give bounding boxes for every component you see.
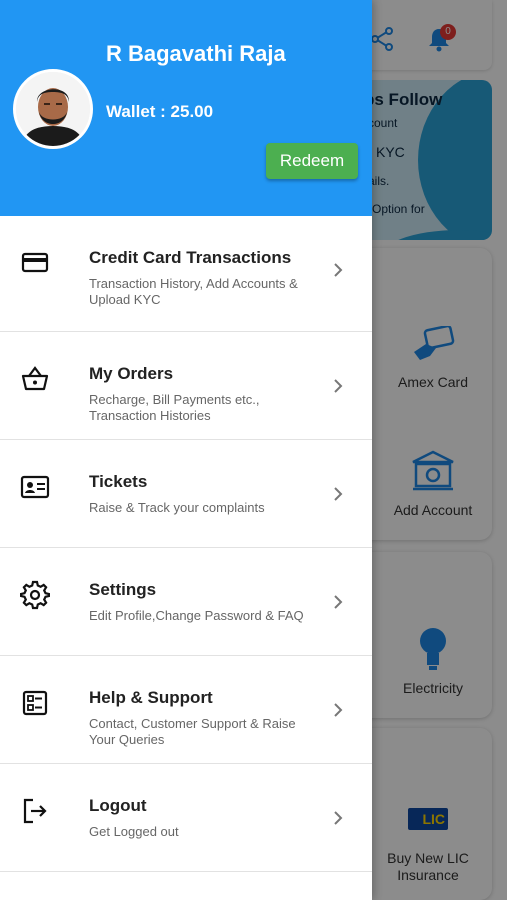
menu-item-tickets[interactable]: Tickets Raise & Track your complaints <box>0 440 372 548</box>
menu-item-title: Tickets <box>89 472 148 491</box>
menu-item-title: Help & Support <box>89 688 213 707</box>
support-list-icon <box>22 690 48 716</box>
chevron-right-icon <box>334 811 343 825</box>
menu-item-my-orders[interactable]: My Orders Recharge, Bill Payments etc., … <box>0 332 372 440</box>
chevron-right-icon <box>334 379 343 393</box>
menu-item-subtitle: Get Logged out <box>89 824 179 839</box>
id-card-icon <box>20 475 50 499</box>
redeem-button[interactable]: Redeem <box>266 143 358 179</box>
menu-item-settings[interactable]: Settings Edit Profile,Change Password & … <box>0 548 372 656</box>
menu-item-subtitle: Transaction History, Add Accounts & Uplo… <box>89 276 298 307</box>
user-name: R Bagavathi Raja <box>106 41 286 66</box>
menu-item-logout[interactable]: Logout Get Logged out <box>0 764 372 872</box>
menu-item-title: My Orders <box>89 364 174 383</box>
menu-item-subtitle: Recharge, Bill Payments etc., Transactio… <box>89 392 260 423</box>
drawer-header: R Bagavathi Raja Wallet : 25.00 Redeem <box>0 0 372 216</box>
chevron-right-icon <box>334 703 343 717</box>
avatar[interactable] <box>13 69 93 149</box>
gear-icon <box>20 580 50 610</box>
menu-item-credit-card-transactions[interactable]: Credit Card Transactions Transaction His… <box>0 216 372 332</box>
logout-icon <box>23 798 47 824</box>
menu-item-title: Settings <box>89 580 157 599</box>
menu-item-title: Logout <box>89 796 147 815</box>
menu-item-subtitle: Raise & Track your complaints <box>89 500 265 515</box>
credit-card-icon <box>21 252 49 273</box>
wallet-balance: Wallet : 25.00 <box>106 102 214 121</box>
menu-item-subtitle: Edit Profile,Change Password & FAQ <box>89 608 304 623</box>
basket-icon <box>21 366 49 391</box>
menu-item-subtitle: Contact, Customer Support & Raise Your Q… <box>89 716 296 747</box>
chevron-right-icon <box>334 487 343 501</box>
menu-item-title: Credit Card Transactions <box>89 248 292 267</box>
drawer-menu: Credit Card Transactions Transaction His… <box>0 216 372 872</box>
chevron-right-icon <box>334 595 343 609</box>
chevron-right-icon <box>334 263 343 277</box>
menu-item-help-support[interactable]: Help & Support Contact, Customer Support… <box>0 656 372 764</box>
navigation-drawer: R Bagavathi Raja Wallet : 25.00 Redeem C… <box>0 0 372 900</box>
